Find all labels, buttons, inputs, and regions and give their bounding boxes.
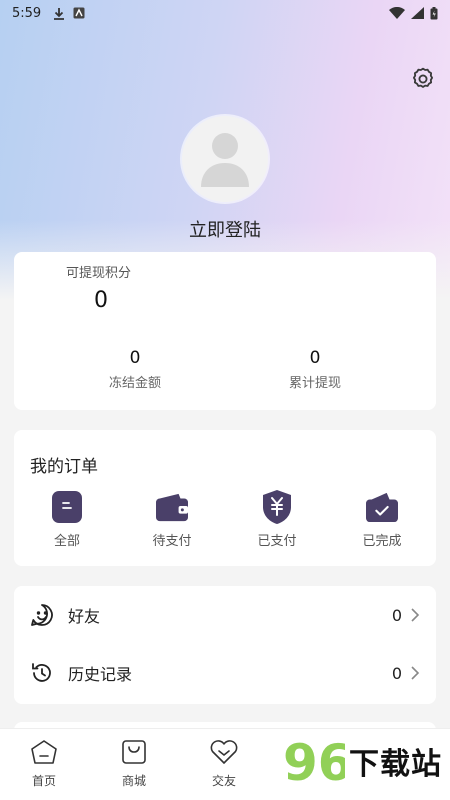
frozen-amount-value: 0 bbox=[129, 348, 141, 368]
order-all-button[interactable]: 全部 bbox=[27, 490, 107, 549]
orders-title: 我的订单 bbox=[30, 457, 98, 477]
menu-card: 好友 0 历史记录 0 bbox=[14, 586, 436, 704]
tab-mall-label: 商城 bbox=[121, 774, 146, 788]
frozen-amount-label: 冻结金额 bbox=[108, 376, 161, 391]
login-link[interactable]: 立即登陆 bbox=[0, 216, 450, 242]
withdrawable-points-value: 0 bbox=[94, 288, 108, 313]
app-notification-icon bbox=[73, 7, 85, 19]
menu-history-label: 历史记录 bbox=[68, 665, 133, 684]
wifi-icon bbox=[389, 7, 405, 19]
frozen-amount-stat[interactable]: 0 冻结金额 bbox=[75, 348, 195, 391]
home-icon bbox=[31, 740, 57, 764]
total-withdrawn-stat[interactable]: 0 累计提现 bbox=[255, 348, 375, 391]
withdrawable-points-label: 可提现积分 bbox=[66, 266, 132, 281]
settings-gear-icon[interactable] bbox=[410, 66, 436, 92]
completed-check-icon bbox=[366, 492, 398, 523]
wallet-icon bbox=[156, 493, 188, 522]
menu-history-count: 0 bbox=[391, 663, 402, 683]
order-paid-button[interactable]: 已支付 bbox=[237, 490, 317, 549]
history-icon bbox=[32, 663, 51, 682]
battery-icon bbox=[430, 6, 438, 19]
watermark: 96 下载站 bbox=[283, 734, 442, 788]
bag-icon bbox=[122, 740, 146, 764]
total-withdrawn-label: 累计提现 bbox=[288, 376, 341, 391]
orders-card: 我的订单 全部 待支付 已支付 已完成 bbox=[14, 430, 436, 566]
chevron-right-icon bbox=[411, 666, 420, 680]
all-orders-icon bbox=[52, 491, 82, 523]
smile-icon bbox=[31, 604, 53, 626]
menu-friends-label: 好友 bbox=[68, 607, 101, 626]
svg-text:96: 96 bbox=[283, 734, 345, 788]
tab-friends[interactable]: 交友 bbox=[194, 739, 254, 789]
download-icon bbox=[54, 7, 65, 20]
total-withdrawn-value: 0 bbox=[309, 348, 321, 368]
order-completed-label: 已完成 bbox=[362, 534, 402, 549]
menu-row-friends[interactable]: 好友 0 bbox=[14, 586, 436, 644]
status-bar: 5:59 bbox=[0, 0, 450, 26]
menu-friends-count: 0 bbox=[391, 605, 402, 625]
watermark-text: 下载站 bbox=[349, 747, 442, 782]
order-pending-payment-label: 待支付 bbox=[152, 534, 192, 549]
default-user-icon bbox=[201, 133, 249, 187]
avatar[interactable] bbox=[182, 116, 268, 202]
tab-home[interactable]: 首页 bbox=[14, 739, 74, 789]
tab-mall[interactable]: 商城 bbox=[104, 739, 164, 789]
yuan-shield-icon bbox=[263, 490, 291, 524]
order-completed-button[interactable]: 已完成 bbox=[342, 490, 422, 549]
signal-icon bbox=[411, 7, 424, 19]
status-time: 5:59 bbox=[12, 5, 42, 21]
heart-icon bbox=[210, 740, 238, 764]
points-card: 可提现积分 0 0 冻结金额 0 累计提现 bbox=[14, 252, 436, 410]
chevron-right-icon bbox=[411, 608, 420, 622]
bottom-tab-bar: 首页 商城 交友 96 下载站 bbox=[0, 728, 450, 800]
watermark-96-logo: 96 bbox=[283, 734, 345, 788]
order-all-label: 全部 bbox=[53, 534, 80, 549]
menu-row-history[interactable]: 历史记录 0 bbox=[14, 644, 436, 702]
order-paid-label: 已支付 bbox=[257, 534, 297, 549]
tab-home-label: 首页 bbox=[31, 774, 56, 788]
order-pending-payment-button[interactable]: 待支付 bbox=[132, 490, 212, 549]
tab-friends-label: 交友 bbox=[211, 774, 236, 788]
